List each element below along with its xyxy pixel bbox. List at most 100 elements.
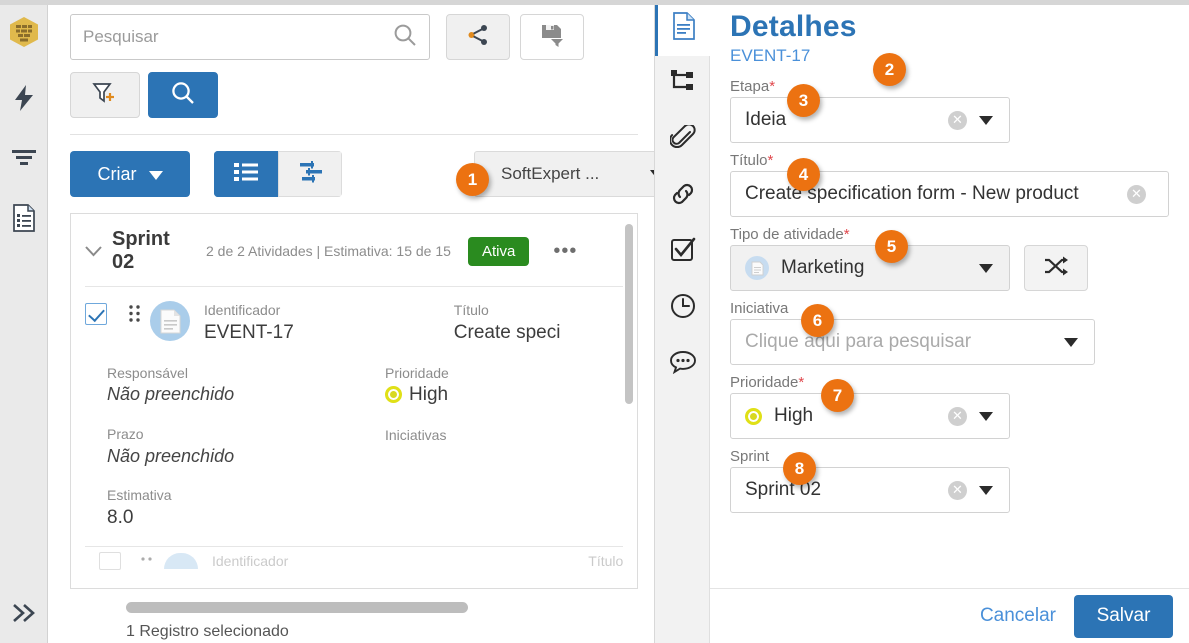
app-logo-icon[interactable] — [0, 8, 48, 56]
tipo-atividade-field-group: Tipo de atividade* Marketing 5 — [730, 226, 1169, 291]
save-button[interactable]: Salvar — [1074, 594, 1173, 638]
etapa-value: Ideia — [745, 109, 787, 130]
view-list-button[interactable] — [214, 151, 278, 197]
prioridade-field-group: Prioridade* High ✕ 7 — [730, 374, 1169, 439]
sprint-select[interactable]: Sprint 02 ✕ — [730, 467, 1010, 513]
links-tab[interactable] — [655, 168, 710, 224]
view-gantt-button[interactable] — [278, 151, 342, 197]
task-details-left-column: Responsável Não preenchido Prazo Não pre… — [85, 346, 385, 531]
chevron-down-icon[interactable] — [979, 485, 993, 495]
iniciativa-label: Iniciativa — [730, 300, 789, 317]
sprint-field-group: Sprint Sprint 02 ✕ 8 — [730, 448, 1169, 513]
callout-badge-2: 2 — [873, 53, 906, 86]
chevron-down-icon[interactable] — [979, 411, 993, 421]
etapa-field-group: Etapa* Ideia ✕ 3 — [730, 78, 1169, 143]
task-select-checkbox[interactable] — [85, 303, 107, 325]
details-form: Detalhes EVENT-17 2 Etapa* Ideia ✕ 3 Tít… — [710, 0, 1189, 643]
search-field-wrapper[interactable] — [70, 14, 430, 60]
tree-hierarchy-icon — [670, 69, 695, 99]
clear-sprint-icon[interactable]: ✕ — [948, 480, 967, 500]
next-table-row-peek[interactable]: Identificador Título — [99, 552, 623, 570]
view-mode-toggle — [214, 151, 342, 197]
chevron-down-icon[interactable] — [979, 115, 993, 125]
horizontal-scrollbar[interactable] — [126, 602, 468, 613]
callout-badge-6: 6 — [801, 304, 834, 337]
comment-bubble-icon — [669, 350, 696, 379]
share-button[interactable] — [446, 14, 510, 60]
vertical-scrollbar[interactable] — [625, 224, 633, 404]
cancel-button[interactable]: Cancelar — [980, 605, 1056, 627]
add-filter-button[interactable] — [70, 72, 140, 118]
field-value: High — [409, 384, 449, 406]
task-row-top: Identificador EVENT-17 Título Create spe… — [85, 301, 623, 346]
search-icon — [393, 23, 417, 52]
hierarchy-tab[interactable] — [655, 56, 710, 112]
callout-badge-1: 1 — [456, 163, 489, 196]
tipo-atividade-value: Marketing — [781, 257, 865, 278]
callout-badge-5: 5 — [875, 230, 908, 263]
prioridade-value: High — [774, 405, 814, 426]
field-value: Não preenchido — [107, 384, 235, 405]
tipo-atividade-select[interactable]: Marketing — [730, 245, 1010, 291]
change-activity-type-button[interactable] — [1024, 245, 1088, 291]
field-label: Responsável — [107, 364, 188, 381]
task-details-right-column: Prioridade High Iniciativas — [385, 346, 623, 531]
filter-toolbar — [48, 60, 654, 118]
search-input[interactable] — [83, 27, 393, 47]
create-button[interactable]: Criar — [70, 151, 190, 197]
prioridade-select[interactable]: High ✕ — [730, 393, 1010, 439]
tipo-atividade-row: Marketing — [730, 245, 1169, 291]
drag-handle-icon[interactable] — [129, 305, 140, 327]
chevron-down-icon[interactable] — [979, 263, 993, 273]
list-view-icon — [234, 162, 258, 187]
search-button[interactable] — [148, 72, 218, 118]
clear-prioridade-icon[interactable]: ✕ — [948, 406, 967, 426]
gantt-view-icon — [297, 160, 323, 188]
save-filter-icon — [540, 23, 564, 52]
record-id-link[interactable]: EVENT-17 — [730, 46, 1169, 66]
document-avatar-icon — [150, 301, 190, 341]
attachments-tab[interactable] — [655, 112, 710, 168]
history-tab[interactable] — [655, 280, 710, 336]
sprint-name: Sprint 02 — [112, 228, 170, 273]
iniciativa-placeholder: Clique aqui para pesquisar — [745, 331, 972, 352]
field-value: Create speci — [453, 321, 561, 343]
sprint-more-menu-button[interactable]: ••• — [553, 240, 577, 263]
clear-titulo-icon[interactable]: ✕ — [1127, 184, 1146, 204]
prioridade-label: Prioridade* — [730, 374, 805, 391]
document-avatar-icon — [164, 553, 198, 569]
drag-handle-icon — [141, 552, 152, 570]
task-initiatives-field: Iniciativas — [385, 426, 623, 445]
field-value: 8.0 — [107, 506, 134, 528]
shuffle-icon — [1044, 256, 1068, 281]
checklist-tab[interactable] — [655, 224, 710, 280]
link-chain-icon — [670, 181, 696, 212]
iniciativa-select[interactable]: Clique aqui para pesquisar — [730, 319, 1095, 365]
table-row[interactable]: Identificador EVENT-17 Título Create spe… — [71, 287, 637, 530]
lightning-icon[interactable] — [0, 74, 48, 122]
application-window: Criar — [0, 0, 1189, 643]
comments-tab[interactable] — [655, 336, 710, 392]
project-select[interactable]: SoftExpert ... — [474, 151, 654, 197]
details-tab[interactable] — [655, 0, 710, 56]
task-title-field: Título Create speci — [454, 301, 561, 346]
field-value-wrap: High — [385, 382, 623, 408]
save-filter-button[interactable] — [520, 14, 584, 60]
chevron-down-icon[interactable] — [1064, 337, 1078, 347]
form-document-icon[interactable] — [0, 194, 48, 242]
callout-badge-8: 8 — [783, 452, 816, 485]
search-toolbar — [48, 0, 654, 60]
task-responsible-field: Responsável Não preenchido — [107, 364, 385, 407]
etapa-select[interactable]: Ideia ✕ — [730, 97, 1010, 143]
collapse-sprint-icon[interactable] — [85, 241, 102, 262]
field-label: Estimativa — [107, 486, 172, 503]
expand-sidebar-icon[interactable] — [0, 589, 48, 637]
filter-lines-icon[interactable] — [0, 134, 48, 182]
clear-etapa-icon[interactable]: ✕ — [948, 110, 967, 130]
paperclip-icon — [668, 122, 696, 156]
sprint-card-header: Sprint 02 2 de 2 Atividades | Estimativa… — [71, 214, 637, 286]
required-marker: * — [843, 226, 850, 243]
field-label: Prioridade — [385, 364, 449, 381]
checkbox-check-icon — [670, 237, 696, 268]
task-select-checkbox[interactable] — [99, 552, 121, 570]
